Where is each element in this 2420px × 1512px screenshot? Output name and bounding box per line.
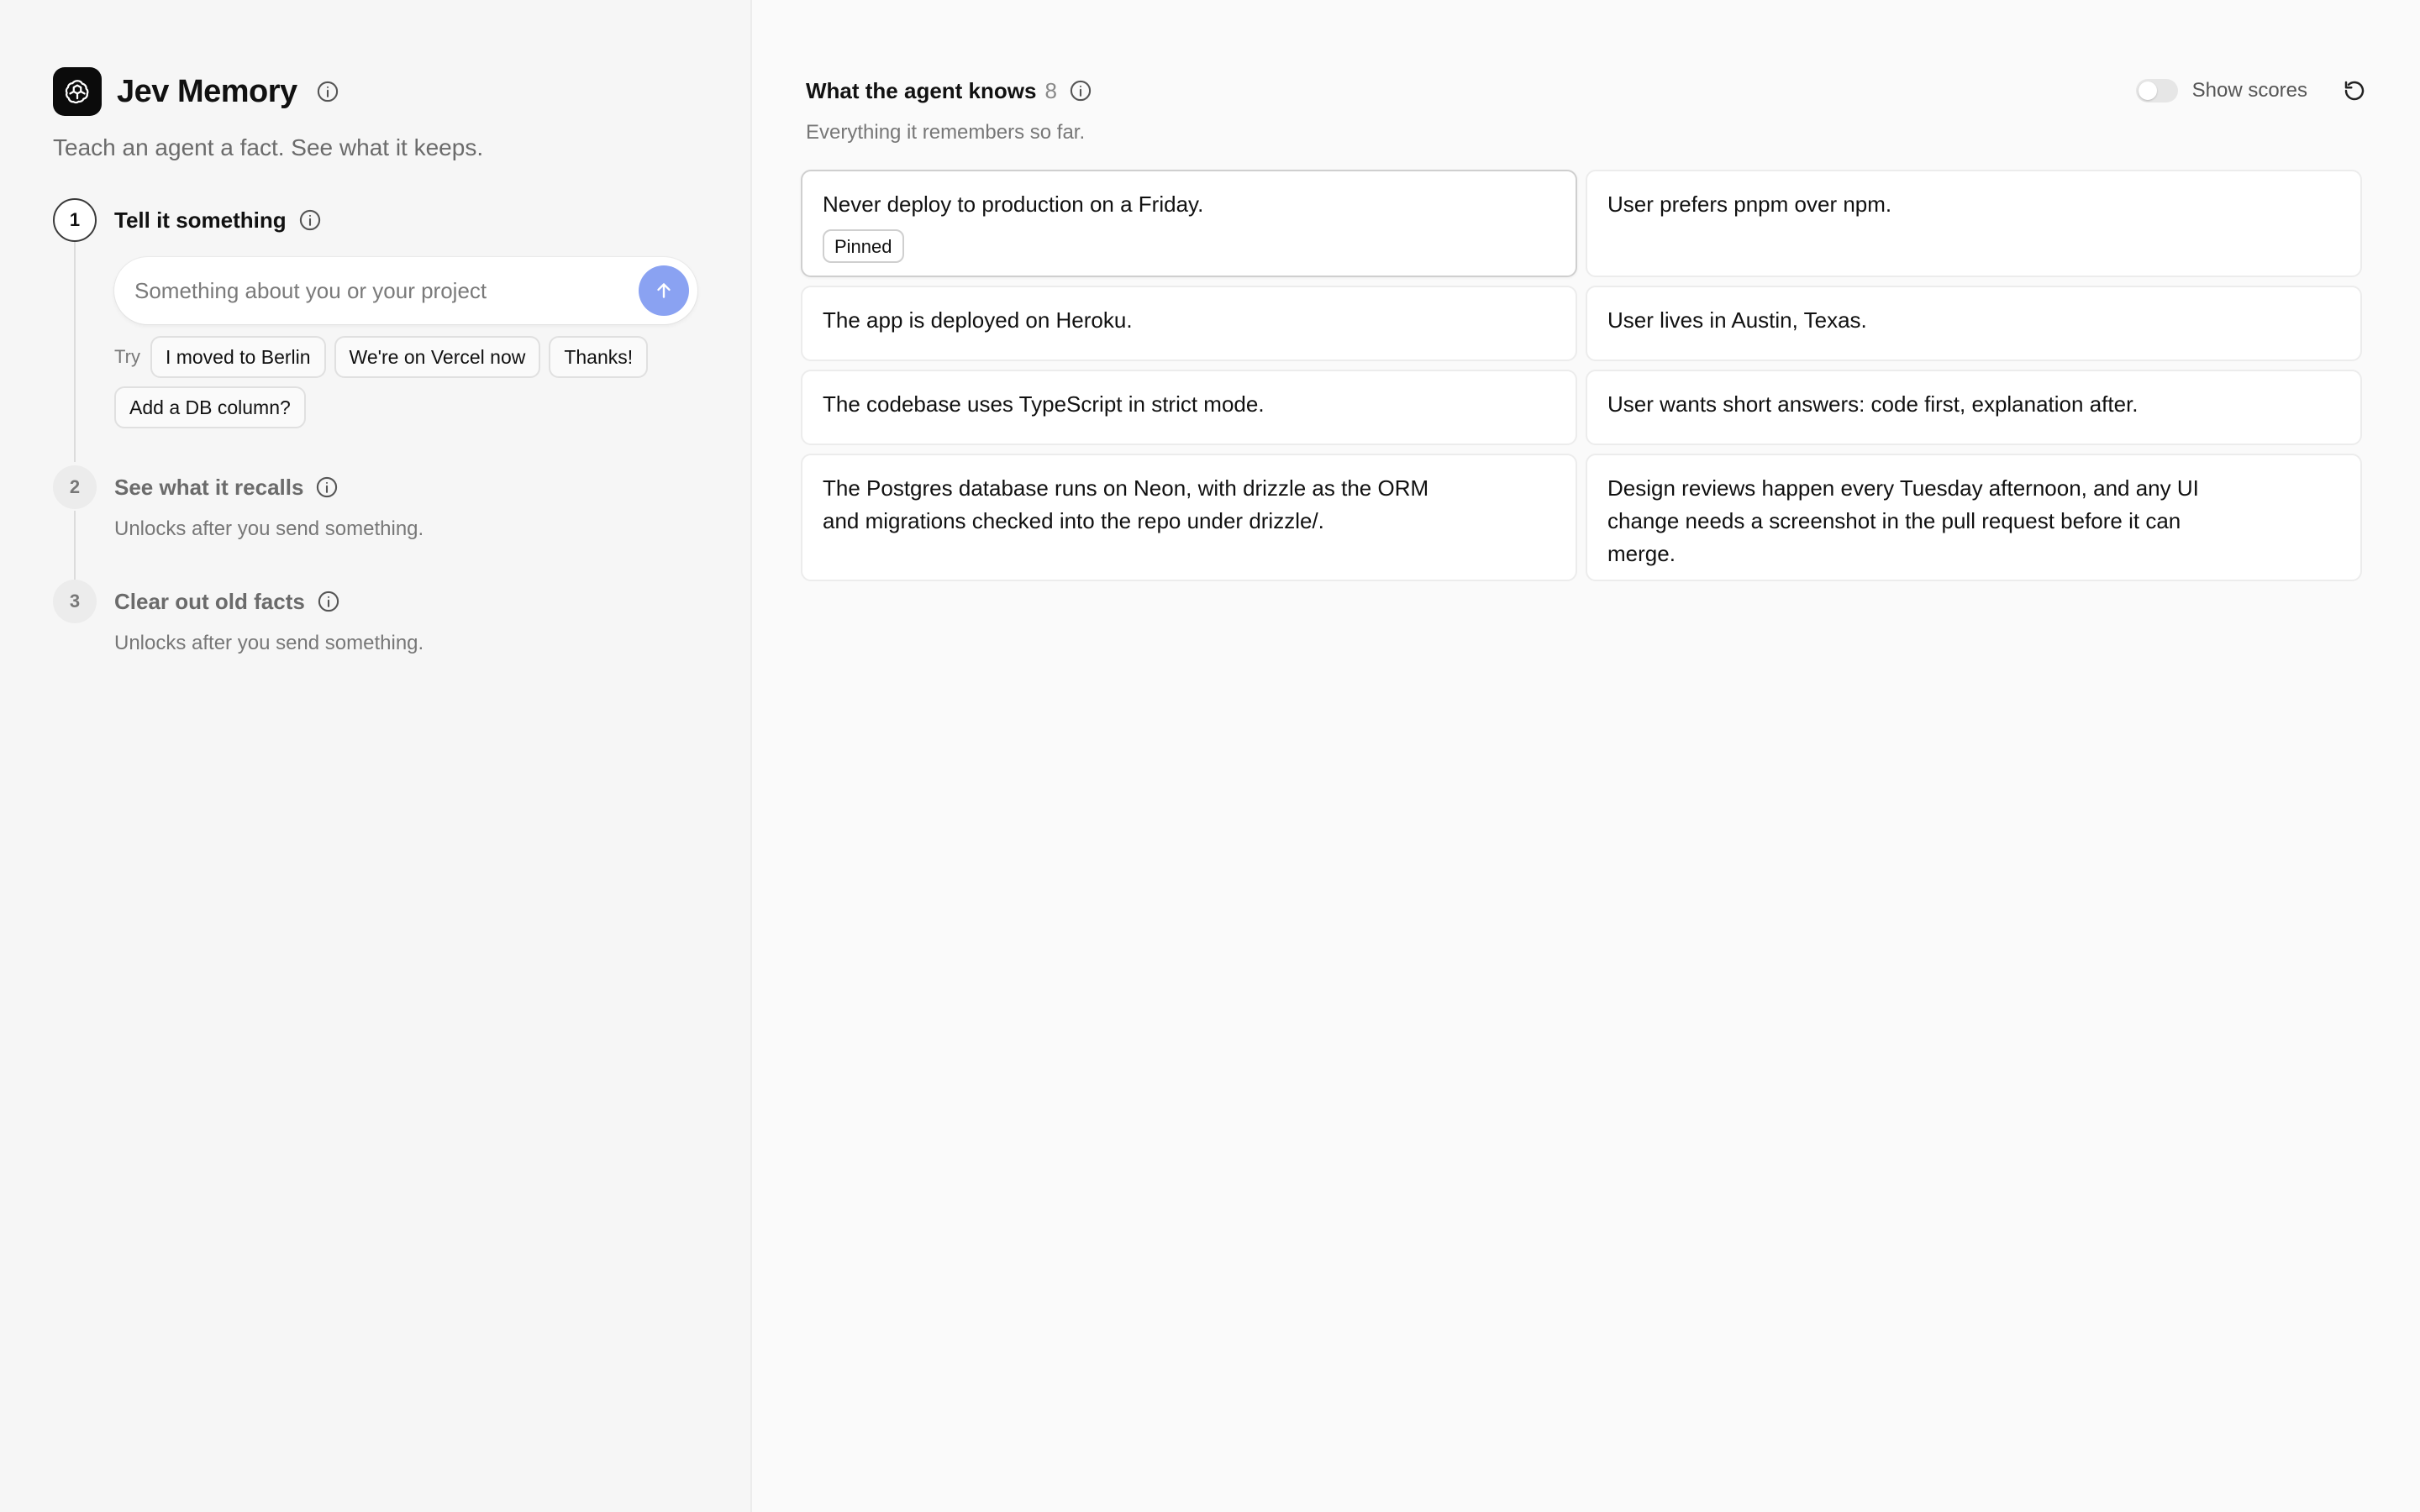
try-label: Try — [114, 346, 140, 367]
tagline: Teach an agent a fact. See what it keeps… — [53, 134, 484, 160]
memory-card[interactable]: The Postgres database runs on Neon, with… — [801, 454, 1577, 581]
step-subtitle: Unlocks after you send something. — [114, 517, 424, 540]
memory-card[interactable]: The app is deployed on Heroku. — [801, 286, 1577, 361]
memory-count: 8 — [1044, 77, 1057, 103]
suggestion-chip[interactable]: I moved to Berlin — [150, 336, 326, 378]
memory-title: What the agent knows — [806, 77, 1037, 103]
step-number: 2 — [53, 465, 97, 509]
step-subtitle: Unlocks after you send something. — [114, 632, 424, 654]
memory-card[interactable]: User lives in Austin, Texas. — [1586, 286, 2362, 361]
pinned-badge: Pinned — [823, 229, 904, 263]
step-clear: 3 Clear out old facts Unlocks after you … — [53, 580, 750, 655]
memory-text: User lives in Austin, Texas. — [1607, 307, 1867, 333]
info-icon[interactable] — [316, 80, 339, 103]
step-recall: 2 See what it recalls Unlocks after you … — [53, 465, 750, 541]
suggestion-chip[interactable]: We're on Vercel now — [334, 336, 541, 378]
memory-grid: Never deploy to production on a Friday. … — [801, 170, 2420, 581]
steps: 1 Tell it something Try I moved to Berli… — [53, 198, 750, 655]
arrow-up-icon — [657, 283, 671, 298]
compose-box — [114, 257, 697, 324]
info-icon[interactable] — [1069, 79, 1092, 102]
memory-card[interactable]: Design reviews happen every Tuesday afte… — [1586, 454, 2362, 581]
step-tell: 1 Tell it something Try I moved to Berli… — [53, 198, 750, 428]
app-title: Jev Memory — [117, 73, 297, 109]
memory-text: The codebase uses TypeScript in strict m… — [823, 391, 1265, 417]
main-panel: What the agent knows 8 Show scores Every… — [752, 0, 2420, 1512]
memory-text: The app is deployed on Heroku. — [823, 307, 1133, 333]
memory-card[interactable]: The codebase uses TypeScript in strict m… — [801, 370, 1577, 445]
show-scores-label: Show scores — [2191, 79, 2307, 102]
memory-card[interactable]: Never deploy to production on a Friday. … — [801, 170, 1577, 277]
sidebar: Jev Memory Teach an agent a fact. See wh… — [0, 0, 752, 1512]
memory-text: Design reviews happen every Tuesday afte… — [1607, 475, 2199, 566]
info-icon[interactable] — [315, 475, 339, 499]
memory-controls: Show scores — [2135, 67, 2370, 114]
memory-text: The Postgres database runs on Neon, with… — [823, 475, 1429, 533]
memory-text: User prefers pnpm over npm. — [1607, 192, 1892, 217]
fact-input[interactable] — [134, 277, 639, 304]
info-icon[interactable] — [317, 590, 340, 613]
refresh-icon[interactable] — [2339, 76, 2370, 106]
toggle-knob — [2138, 81, 2157, 100]
step-title: Tell it something — [114, 207, 287, 233]
logo-icon — [53, 67, 102, 116]
suggestions: Try I moved to Berlin We're on Vercel no… — [114, 336, 702, 428]
app: Jev Memory Teach an agent a fact. See wh… — [0, 0, 2420, 1512]
show-scores-toggle[interactable] — [2135, 79, 2178, 102]
memory-card[interactable]: User prefers pnpm over npm. — [1586, 170, 2362, 277]
suggestion-chip[interactable]: Add a DB column? — [114, 386, 306, 428]
memory-subtitle: Everything it remembers so far. — [806, 121, 1086, 144]
step-title: See what it recalls — [114, 474, 304, 500]
suggestion-chip[interactable]: Thanks! — [549, 336, 649, 378]
send-button[interactable] — [639, 265, 689, 316]
brand: Jev Memory — [53, 67, 750, 116]
info-icon[interactable] — [298, 208, 322, 232]
memory-text: Never deploy to production on a Friday. — [823, 192, 1204, 217]
step-number: 3 — [53, 580, 97, 623]
step-number: 1 — [53, 198, 97, 242]
step-title: Clear out old facts — [114, 588, 305, 614]
memory-text: User wants short answers: code first, ex… — [1607, 391, 2139, 417]
memory-card[interactable]: User wants short answers: code first, ex… — [1586, 370, 2362, 445]
